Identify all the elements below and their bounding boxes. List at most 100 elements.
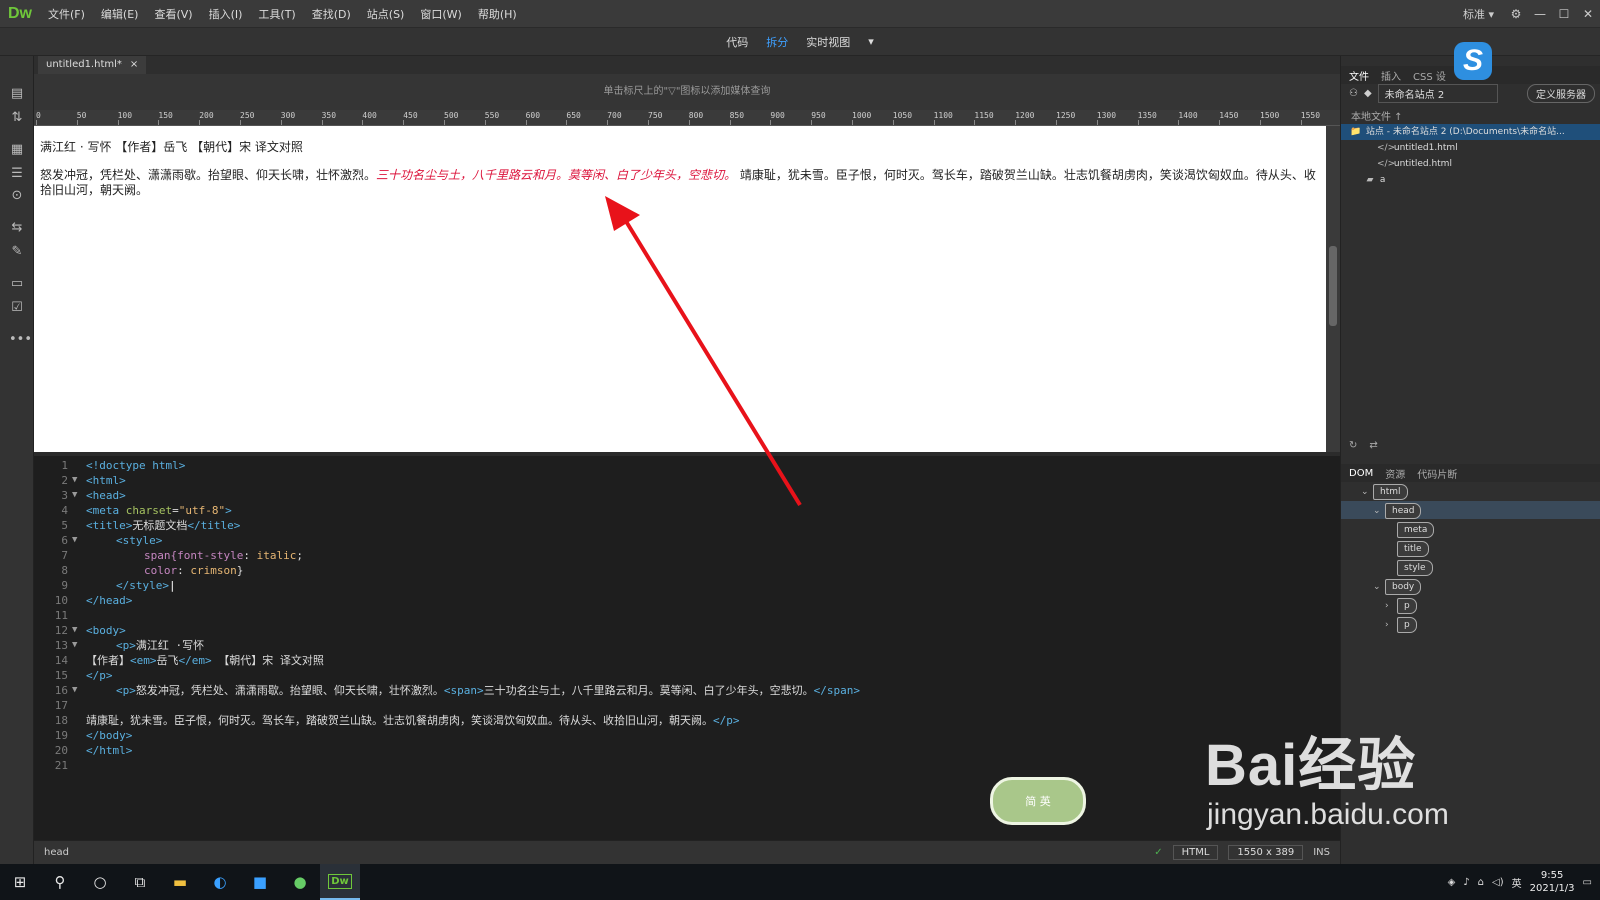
task-view-icon[interactable]: ⧉ <box>120 864 160 900</box>
menu-item[interactable]: 站点(S) <box>359 6 413 22</box>
browser-icon[interactable]: ● <box>280 864 320 900</box>
scrollbar-thumb[interactable] <box>1329 246 1337 326</box>
ruler-label: 1250 <box>1056 111 1076 120</box>
clock[interactable]: 9:55 2021/1/3 <box>1530 869 1575 895</box>
fold-icon[interactable]: ▼ <box>72 488 77 503</box>
tab-snippets[interactable]: 代码片断 <box>1417 466 1457 481</box>
open-documents-icon[interactable]: ▤ <box>9 86 25 102</box>
fold-icon[interactable]: ▼ <box>72 533 77 548</box>
menu-item[interactable]: 工具(T) <box>250 6 303 22</box>
ime-floating-badge[interactable]: 简 英 <box>990 777 1086 825</box>
ruler[interactable]: 0 50 100 150 200 250 300 350 400 450 500 550 600 650 7… <box>34 110 1340 126</box>
maximize-button[interactable]: ☐ <box>1552 7 1576 21</box>
windows-start-icon[interactable]: ⊞ <box>0 864 40 900</box>
dom-node[interactable]: ⌄ html <box>1361 484 1408 500</box>
chevron-icon[interactable]: › <box>1385 599 1397 613</box>
file-tree-row[interactable]: </> untitled.html <box>1341 156 1600 172</box>
chevron-down-icon[interactable]: ▾ <box>868 35 874 48</box>
sync-icon[interactable]: ⇄ <box>1369 440 1377 451</box>
line-number: 2 <box>61 474 68 487</box>
ruler-label: 700 <box>607 111 622 120</box>
close-button[interactable]: ✕ <box>1576 7 1600 21</box>
code-view[interactable]: 1 <!doctype html> 2 ▼ <html> 3 ▼ <head> 4 <met… <box>34 456 1340 840</box>
menu-item[interactable]: 窗口(W) <box>412 6 469 22</box>
tray-app-icon[interactable]: ◈ <box>1448 877 1456 888</box>
notification-icon[interactable]: ▭ <box>1583 877 1592 888</box>
brush-icon[interactable]: ✎ <box>9 244 25 260</box>
inspect-icon[interactable]: ☰ <box>9 166 25 182</box>
insert-mode[interactable]: INS <box>1313 847 1330 858</box>
tab-insert[interactable]: 插入 <box>1381 68 1401 83</box>
file-explorer-icon[interactable]: ▬ <box>160 864 200 900</box>
more-tools-icon[interactable]: ••• <box>9 332 32 348</box>
live-view-button[interactable]: 实时视图 <box>806 34 850 50</box>
ruler-label: 200 <box>199 111 214 120</box>
input-method[interactable]: 英 <box>1512 875 1522 890</box>
fold-icon[interactable]: ▼ <box>72 473 77 488</box>
dom-node[interactable]: title <box>1385 541 1429 557</box>
format-source-icon[interactable]: ⇆ <box>9 220 25 236</box>
live-view-scrollbar[interactable] <box>1326 126 1340 452</box>
menu-item[interactable]: 文件(F) <box>40 6 93 22</box>
connect-icon[interactable]: ⚇ <box>1349 88 1358 99</box>
window-size-select[interactable]: 1550 x 389 <box>1228 845 1304 860</box>
dom-node[interactable]: meta <box>1385 522 1435 538</box>
validation-ok-icon[interactable]: ✓ <box>1154 847 1162 858</box>
document-tab[interactable]: untitled1.html* × <box>38 56 147 74</box>
refresh-design-icon[interactable]: ⊙ <box>9 188 25 204</box>
close-icon[interactable]: × <box>130 56 138 74</box>
file-tree-row[interactable]: ▰ a <box>1341 172 1600 188</box>
site-select[interactable]: 未命名站点 2 <box>1377 83 1498 103</box>
chevron-icon[interactable]: ⌄ <box>1373 580 1385 594</box>
tab-css[interactable]: CSS 设 <box>1413 68 1446 83</box>
menu-item[interactable]: 查看(V) <box>146 6 200 22</box>
file-management-icon[interactable]: ⇅ <box>9 110 25 126</box>
line-number: 12 <box>54 624 68 637</box>
chevron-icon[interactable]: ⌄ <box>1361 485 1373 499</box>
volume-icon[interactable]: ◁) <box>1492 877 1504 888</box>
git-icon[interactable]: ◆ <box>1364 88 1372 99</box>
tag-selector[interactable]: head <box>44 847 69 858</box>
chevron-icon[interactable]: ⌄ <box>1373 504 1385 518</box>
ruler-label: 1300 <box>1096 111 1117 120</box>
tab-dom[interactable]: DOM <box>1349 468 1373 479</box>
dom-node[interactable]: › p <box>1385 598 1417 614</box>
media-query-bar[interactable]: 单击标尺上的"▽"图标以添加媒体查询 <box>34 74 1340 110</box>
live-code-icon[interactable]: ▦ <box>9 142 25 158</box>
comment-icon[interactable]: ▭ <box>9 276 25 292</box>
search-icon[interactable]: ⚲ <box>40 864 80 900</box>
minimize-button[interactable]: — <box>1528 7 1552 21</box>
dom-node[interactable]: › p <box>1385 617 1417 633</box>
file-tree-row[interactable]: 📁 站点 - 未命名站点 2 (D:\Documents\未命名站... <box>1341 124 1600 140</box>
menu-item[interactable]: 查找(D) <box>304 6 359 22</box>
fold-icon[interactable]: ▼ <box>72 623 77 638</box>
file-tree-row[interactable]: </> untitled1.html <box>1341 140 1600 156</box>
cortana-icon[interactable]: ○ <box>80 864 120 900</box>
fold-icon[interactable]: ▼ <box>72 638 77 653</box>
define-server-button[interactable]: 定义服务器 <box>1527 83 1595 103</box>
fold-icon[interactable]: ▼ <box>72 683 77 698</box>
dom-node[interactable]: style <box>1385 560 1433 576</box>
tab-files[interactable]: 文件 <box>1349 68 1369 83</box>
chevron-icon[interactable]: › <box>1385 618 1397 632</box>
document-type-select[interactable]: HTML <box>1172 845 1219 860</box>
menu-item[interactable]: 编辑(E) <box>93 6 147 22</box>
dreamweaver-taskbar-icon[interactable]: Dw <box>320 864 360 900</box>
menu-item[interactable]: 帮助(H) <box>470 6 525 22</box>
live-view[interactable]: 满江红 · 写怀 【作者】岳飞 【朝代】宋 译文对照 怒发冲冠，凭栏处、潇潇雨歇… <box>34 126 1326 452</box>
dom-node[interactable]: ⌄ head <box>1373 503 1422 519</box>
validate-icon[interactable]: ☑ <box>9 300 25 316</box>
code-view-button[interactable]: 代码 <box>726 34 748 50</box>
settings-icon[interactable]: ⚙ <box>1504 7 1528 21</box>
network-icon[interactable]: ⌂ <box>1478 877 1484 888</box>
edge-browser-icon[interactable]: ◐ <box>200 864 240 900</box>
dom-node[interactable]: ⌄ body <box>1373 579 1422 595</box>
refresh-icon[interactable]: ↻ <box>1349 440 1357 451</box>
menu-item[interactable]: 插入(I) <box>201 6 251 22</box>
split-view-button[interactable]: 拆分 <box>766 34 788 50</box>
workspace-switcher[interactable]: 标准 ▾ <box>1453 6 1504 22</box>
tab-assets[interactable]: 资源 <box>1385 466 1405 481</box>
microphone-icon[interactable]: ♪ <box>1463 877 1469 888</box>
store-icon[interactable]: ■ <box>240 864 280 900</box>
document-tab-bar: untitled1.html* × <box>34 56 1340 74</box>
